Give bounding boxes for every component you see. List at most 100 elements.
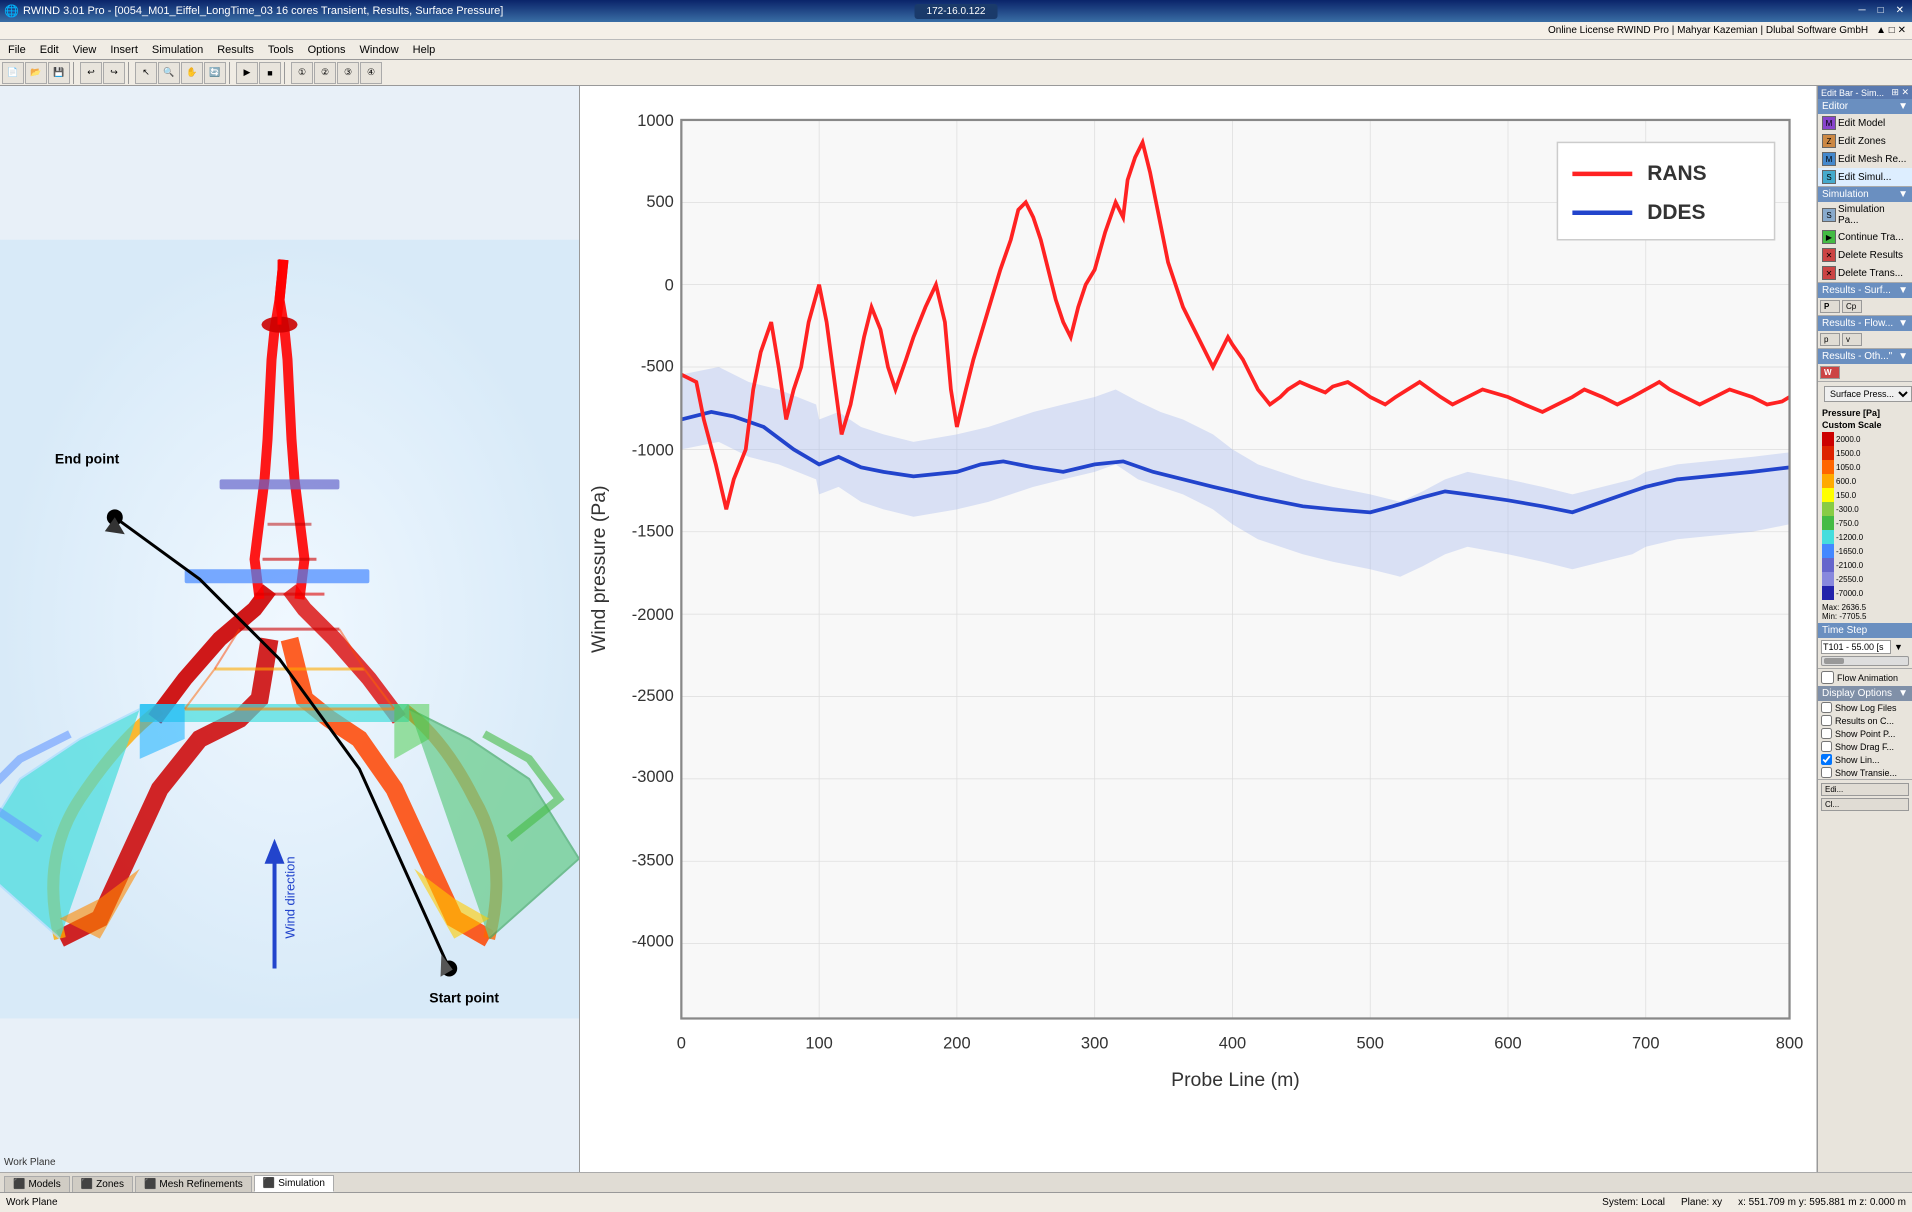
edit-bar-header: Edit Bar - Sim... ⊞ ✕ [1818, 86, 1912, 99]
time-step-dropdown-arrow[interactable]: ▼ [1894, 642, 1903, 652]
delete-results-item[interactable]: ✕ Delete Results [1818, 246, 1912, 264]
simulation-pa-item[interactable]: S Simulation Pa... [1818, 202, 1912, 228]
cs-row-600: 600.0 [1822, 474, 1908, 488]
tb-save[interactable]: 💾 [48, 62, 70, 84]
menu-insert[interactable]: Insert [104, 42, 144, 58]
surface-press-select[interactable]: Surface Press... [1824, 386, 1912, 402]
menu-file[interactable]: File [2, 42, 32, 58]
edit-btn1[interactable]: Edi... [1821, 783, 1909, 796]
cs-swatch-600 [1822, 474, 1834, 488]
cs-row-n750: -750.0 [1822, 516, 1908, 530]
surf-btn-p[interactable]: P [1820, 300, 1840, 313]
checkbox-show-point: Show Point P... [1818, 727, 1912, 740]
tb-view3[interactable]: ③ [337, 62, 359, 84]
menu-edit[interactable]: Edit [34, 42, 65, 58]
cs-label-n1650: -1650.0 [1836, 547, 1863, 556]
cs-swatch-n750 [1822, 516, 1834, 530]
tb-view1[interactable]: ① [291, 62, 313, 84]
cs-swatch-150 [1822, 488, 1834, 502]
show-lin-label: Show Lin... [1835, 755, 1880, 765]
tb-stop[interactable]: ■ [259, 62, 281, 84]
svg-text:800: 800 [1776, 1034, 1803, 1052]
tb-zoom[interactable]: 🔍 [158, 62, 180, 84]
svg-text:300: 300 [1081, 1034, 1108, 1052]
oth-btn-w[interactable]: W [1820, 366, 1840, 379]
show-transie-checkbox[interactable] [1821, 767, 1832, 778]
cs-row-150: 150.0 [1822, 488, 1908, 502]
svg-text:0: 0 [665, 277, 674, 295]
tb-view2[interactable]: ② [314, 62, 336, 84]
edit-zones-icon: Z [1822, 134, 1836, 148]
flow-animation-checkbox[interactable] [1821, 671, 1834, 684]
results-c-checkbox[interactable] [1821, 715, 1832, 726]
menu-view[interactable]: View [67, 42, 103, 58]
tb-undo[interactable]: ↩ [80, 62, 102, 84]
close-button[interactable]: ✕ [1892, 2, 1908, 20]
chart-svg: 1000 500 0 -500 -1000 -1500 -2000 -2500 … [584, 90, 1812, 1168]
menu-tools[interactable]: Tools [262, 42, 300, 58]
tb-rotate[interactable]: 🔄 [204, 62, 226, 84]
tab-simulation[interactable]: ⬛ Simulation [254, 1175, 334, 1192]
tb-new[interactable]: 📄 [2, 62, 24, 84]
tab-models[interactable]: ⬛ Models [4, 1176, 70, 1192]
show-transie-label: Show Transie... [1835, 768, 1897, 778]
tb-render[interactable]: ▶ [236, 62, 258, 84]
edit-btn2[interactable]: Cl... [1821, 798, 1909, 811]
show-point-checkbox[interactable] [1821, 728, 1832, 739]
tb-redo[interactable]: ↪ [103, 62, 125, 84]
checkbox-show-log: Show Log Files [1818, 701, 1912, 714]
flow-btn-v[interactable]: v [1842, 333, 1862, 346]
display-options-header[interactable]: Display Options ▼ [1818, 686, 1912, 701]
time-step-input[interactable] [1821, 640, 1891, 654]
flow-animation-row: Flow Animation [1818, 669, 1912, 686]
viewport[interactable]: Wind direction End point Start point Wor… [0, 86, 580, 1172]
tab-mesh[interactable]: ⬛ Mesh Refinements [135, 1176, 252, 1192]
tb-sep2 [128, 62, 132, 84]
title-bar-controls[interactable]: ─ □ ✕ [1854, 2, 1908, 20]
edit-mesh-item[interactable]: M Edit Mesh Re... [1818, 150, 1912, 168]
flow-btn-p[interactable]: p [1820, 333, 1840, 346]
surf-btn-cp[interactable]: Cp [1842, 300, 1862, 313]
min-label: Min: -7705.5 [1822, 612, 1908, 621]
tb-select[interactable]: ↖ [135, 62, 157, 84]
tab-mesh-icon: ⬛ [144, 1179, 156, 1190]
results-oth-header[interactable]: Results - Oth..." ▼ [1818, 349, 1912, 364]
results-surf-header[interactable]: Results - Surf... ▼ [1818, 283, 1912, 298]
show-log-checkbox[interactable] [1821, 702, 1832, 713]
continue-tra-item[interactable]: ▶ Continue Tra... [1818, 228, 1912, 246]
svg-text:1000: 1000 [637, 112, 674, 130]
status-workplane: Work Plane [6, 1197, 58, 1208]
show-lin-checkbox[interactable] [1821, 754, 1832, 765]
tab-zones-icon: ⬛ [81, 1179, 93, 1190]
time-step-row: ▼ [1818, 638, 1912, 656]
cs-row-1500: 1500.0 [1822, 446, 1908, 460]
time-scroll-bar[interactable] [1821, 656, 1909, 666]
svg-text:100: 100 [805, 1034, 832, 1052]
status-bar: Work Plane System: Local Plane: xy x: 55… [0, 1192, 1912, 1212]
tab-zones[interactable]: ⬛ Zones [72, 1176, 133, 1192]
tb-sep3 [229, 62, 233, 84]
delete-trans-item[interactable]: ✕ Delete Trans... [1818, 264, 1912, 282]
cs-swatch-n7000 [1822, 586, 1834, 600]
edit-model-item[interactable]: M Edit Model [1818, 114, 1912, 132]
maximize-button[interactable]: □ [1874, 2, 1888, 20]
menu-window[interactable]: Window [354, 42, 405, 58]
editor-header[interactable]: Editor ▼ [1818, 99, 1912, 114]
edit-zones-item[interactable]: Z Edit Zones [1818, 132, 1912, 150]
menu-results[interactable]: Results [211, 42, 260, 58]
checkbox-show-drag: Show Drag F... [1818, 740, 1912, 753]
menu-simulation[interactable]: Simulation [146, 42, 209, 58]
svg-text:Wind direction: Wind direction [282, 856, 297, 938]
tb-pan[interactable]: ✋ [181, 62, 203, 84]
show-drag-checkbox[interactable] [1821, 741, 1832, 752]
simulation-header[interactable]: Simulation ▼ [1818, 187, 1912, 202]
menu-help[interactable]: Help [407, 42, 442, 58]
tb-open[interactable]: 📂 [25, 62, 47, 84]
tb-view4[interactable]: ④ [360, 62, 382, 84]
menu-options[interactable]: Options [302, 42, 352, 58]
results-flow-header[interactable]: Results - Flow... ▼ [1818, 316, 1912, 331]
edit-simul-item[interactable]: S Edit Simul... [1818, 168, 1912, 186]
svg-text:500: 500 [646, 193, 673, 211]
edit-simul-icon: S [1822, 170, 1836, 184]
minimize-button[interactable]: ─ [1854, 2, 1869, 20]
